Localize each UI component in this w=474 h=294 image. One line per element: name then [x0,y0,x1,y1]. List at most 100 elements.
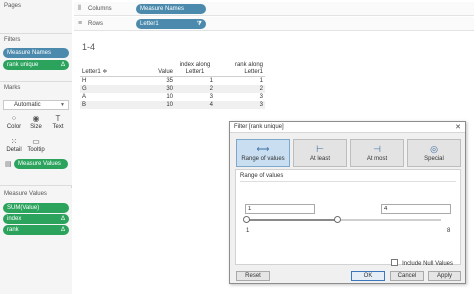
delta-icon: Δ [60,62,65,68]
table-row[interactable]: B 10 4 3 [80,100,265,109]
cell: 10 [166,93,173,100]
tab-label: At least [309,156,330,162]
columns-pill-measure-names[interactable]: Measure Names [136,4,206,14]
cell: 1 [259,77,263,84]
range-slider-filled[interactable] [246,219,338,221]
min-value-input[interactable] [245,204,315,214]
cell: 30 [135,84,175,93]
filter-pill-measure-names[interactable]: Measure Names [3,48,69,58]
tab-at-most[interactable]: ⊣ At most [350,139,404,167]
reset-button[interactable]: Reset [236,271,270,281]
pages-card: Pages [0,0,72,34]
cell: 35 [166,77,173,84]
column-header-value[interactable]: Value [135,58,175,77]
tab-special[interactable]: ◎ Special [407,139,461,167]
chevron-down-icon: ▼ [60,102,65,108]
cell: 2 [175,84,215,93]
at-least-icon: ⊢ [316,144,324,154]
cell: 2 [215,84,265,93]
mark-type-value: Automatic [14,102,41,108]
delta-icon: Δ [60,216,65,222]
measure-pill-label: rank [7,227,19,233]
columns-shelf[interactable]: ⦀ Columns Measure Names [74,2,474,16]
range-icon: ⟷ [256,144,270,154]
marks-text-button[interactable]: T Text [48,114,68,132]
table-row[interactable]: H 35 1 1 [80,76,265,85]
range-slider-max-handle[interactable] [334,216,341,223]
left-sidebar: Pages Filters Measure Names rank unique … [0,0,72,294]
cell: A [82,93,87,100]
range-title: Range of values [240,173,284,179]
divider [240,181,456,182]
filter-dialog: Filter [rank unique] ✕ ⟷ Range of values… [229,121,466,284]
max-value-input[interactable] [381,204,451,214]
cell: 10 [135,100,175,109]
cell: 3 [209,93,213,100]
marks-button-label: Color [6,124,22,130]
tooltip-icon: ▭ [32,137,40,146]
ok-button[interactable]: OK [351,271,385,281]
filter-pill-label: Measure Names [7,50,52,56]
measure-values-title: Measure Values [4,191,47,197]
marks-size-button[interactable]: ◉ Size [26,114,46,132]
columns-icon: ⦀ [78,5,82,12]
cell: B [80,100,135,109]
measure-pill-index[interactable]: index Δ [3,214,69,224]
apply-button[interactable]: Apply [428,271,461,281]
rows-icon: ≡ [78,20,83,27]
range-slider-track[interactable] [338,219,441,221]
filters-card: Filters Measure Names rank unique Δ [0,34,72,82]
table-row[interactable]: G 30 2 2 [80,84,265,93]
include-null-row[interactable]: Include Null Values [391,259,453,267]
tab-at-least[interactable]: ⊢ At least [293,139,347,167]
tab-range-of-values[interactable]: ⟷ Range of values [236,139,290,167]
rows-shelf[interactable]: ≡ Rows Letter1 ⧩ [74,17,474,31]
rows-pill-letter1[interactable]: Letter1 ⧩ [136,19,206,29]
cell: 3 [259,93,263,100]
mark-type-dropdown[interactable]: Automatic ▼ [3,100,69,110]
data-table: Letter1 ≑ Value index along Letter1 rank… [80,58,265,109]
marks-color-button[interactable]: ⁘ Color [4,114,24,132]
marks-tooltip-button[interactable]: ▭ Tooltip [26,137,46,155]
text-icon: T [55,114,61,123]
filter-pill-rank-unique[interactable]: rank unique Δ [3,60,69,70]
close-icon[interactable]: ✕ [455,122,461,133]
marks-pill-label: Measure Values [18,161,61,167]
marks-pill-measure-values[interactable]: Measure Values [14,159,68,169]
marks-card: Marks [0,82,72,186]
dialog-title: Filter [rank unique] [234,124,284,130]
marks-button-label: Size [30,124,42,130]
columns-label: Columns [88,6,112,12]
sort-icon[interactable]: ≑ [102,69,107,75]
dialog-title-bar[interactable]: Filter [rank unique] ✕ [230,122,465,133]
measure-values-card: Measure Values SUM(Value) index Δ rank Δ [0,188,72,294]
measure-pill-rank[interactable]: rank Δ [3,225,69,235]
measure-pill-label: index [7,216,22,222]
rows-pill-label: Letter1 [140,21,159,27]
at-most-icon: ⊣ [373,144,381,154]
include-null-label: Include Null Values [402,261,453,267]
color-palette-icon: ⁘ [10,114,18,123]
marks-detail-button[interactable]: ⁙ Detail [4,137,24,155]
filter-icon: ⧩ [196,21,202,27]
marks-button-label: Text [52,124,64,130]
slider-max-label: 8 [447,228,451,234]
include-null-checkbox[interactable] [391,259,399,266]
rows-label: Rows [88,21,104,27]
table-row[interactable]: A 10 3 3 [80,93,265,101]
range-panel: Range of values [235,169,461,265]
measure-pill-label: SUM(Value) [7,205,40,211]
cell: G [80,84,135,93]
column-header-letter1[interactable]: Letter1 ≑ [80,58,135,77]
measure-pill-sum-value[interactable]: SUM(Value) [3,203,69,213]
sheet-title: 1-4 [82,42,96,52]
range-slider-min-handle[interactable] [243,216,250,223]
column-header-rank[interactable]: rank along Letter1 [215,58,265,77]
cancel-button[interactable]: Cancel [390,271,424,281]
columns-pill-label: Measure Names [140,6,185,12]
marks-button-label: Tooltip [27,147,45,153]
filters-title: Filters [4,37,21,43]
text-mark-icon: ▤ [5,161,12,168]
column-header-index[interactable]: index along Letter1 [175,58,215,77]
size-icon: ◉ [32,114,40,123]
